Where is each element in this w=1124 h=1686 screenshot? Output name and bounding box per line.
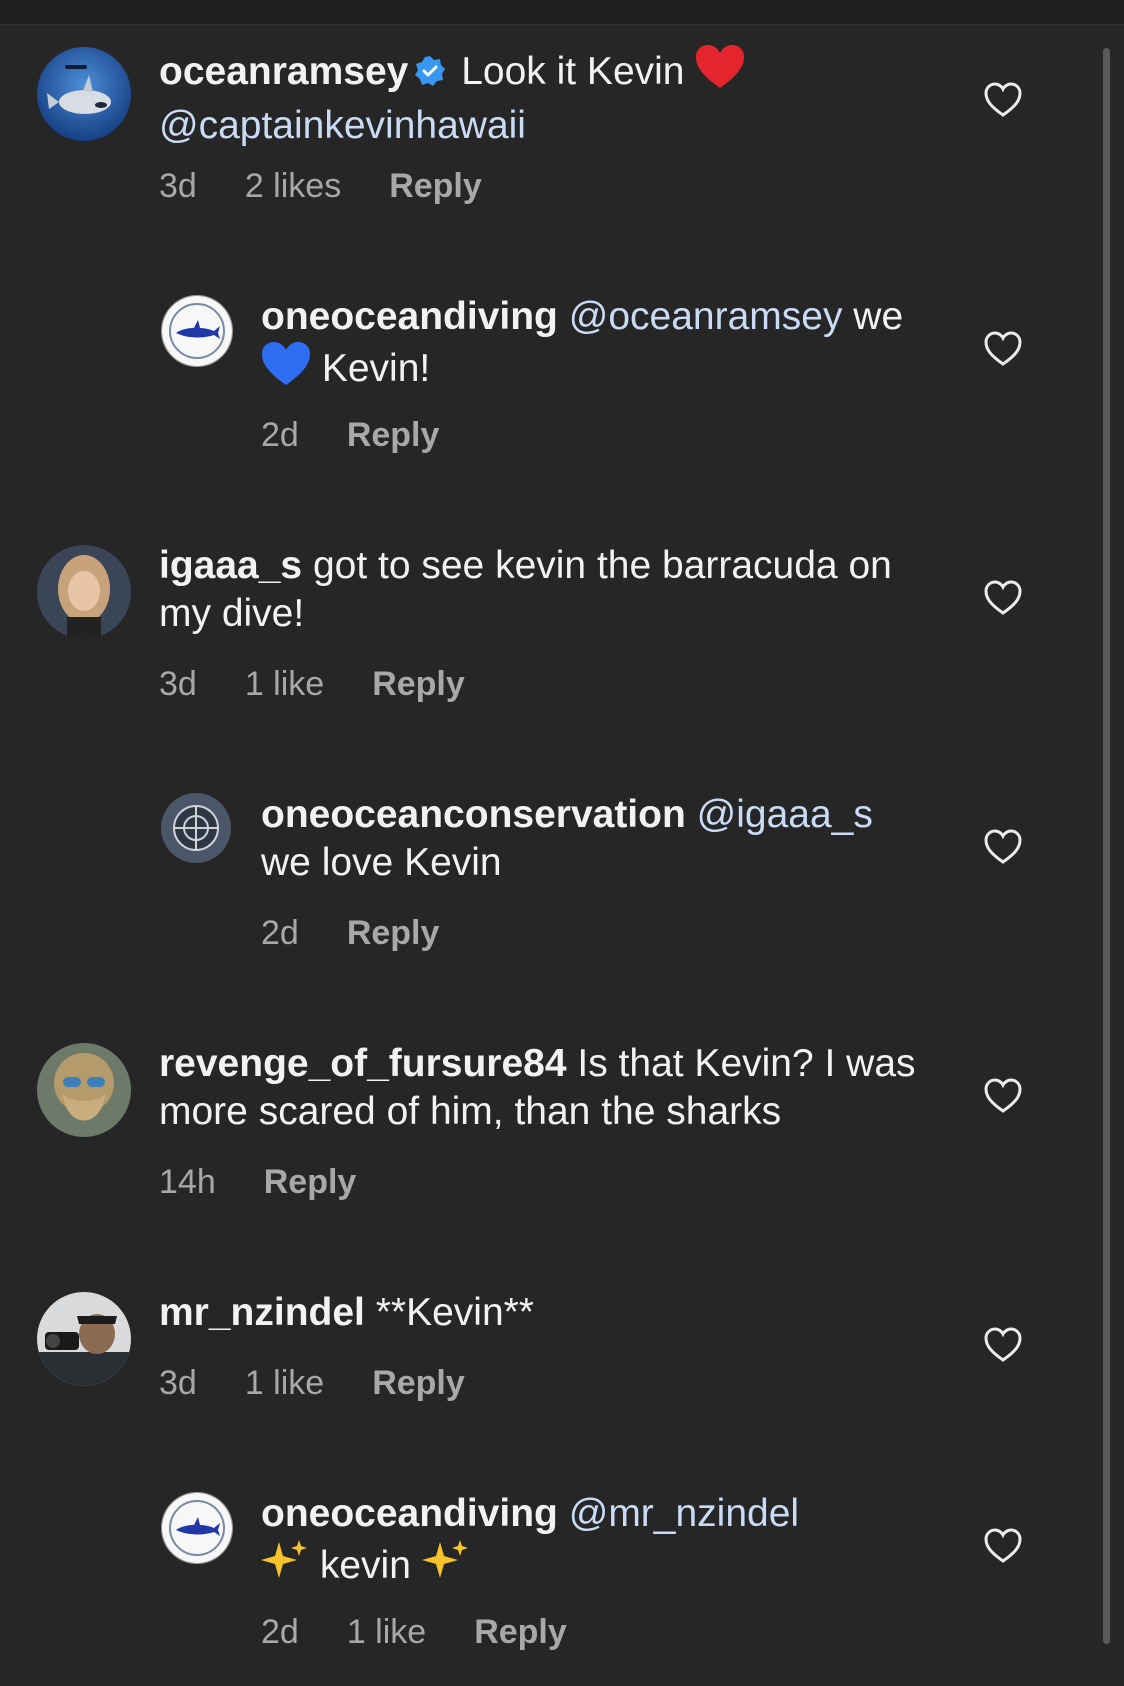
comment-text: oneoceanconservation @igaaa_s we love Ke… bbox=[261, 791, 981, 887]
reply-item: oneoceandiving @oceanramsey we Kevin! 2d… bbox=[0, 289, 1100, 489]
comment-meta: 14h Reply bbox=[159, 1162, 404, 1202]
timestamp: 14h bbox=[159, 1163, 216, 1201]
sparkles-icon bbox=[421, 1538, 470, 1596]
mention-link[interactable]: @mr_nzindel bbox=[569, 1492, 799, 1535]
comment-text: oceanramsey Look it Kevin @captainkevinh… bbox=[159, 44, 959, 150]
username[interactable]: oceanramsey bbox=[159, 50, 408, 93]
conservation-shark-logo-avatar[interactable] bbox=[161, 295, 233, 367]
username[interactable]: revenge_of_fursure84 bbox=[159, 1042, 567, 1085]
likes-count[interactable]: 1 like bbox=[245, 1364, 324, 1402]
likes-count[interactable]: 1 like bbox=[347, 1613, 426, 1651]
woman-portrait-avatar[interactable] bbox=[37, 545, 131, 639]
red-heart-icon bbox=[695, 44, 745, 102]
comment-text: igaaa_s got to see kevin the barracuda o… bbox=[159, 542, 949, 638]
comment-body: we bbox=[853, 295, 904, 338]
comment-body: Look it Kevin bbox=[461, 50, 685, 93]
comment-item: oceanramsey Look it Kevin @captainkevinh… bbox=[0, 40, 1100, 240]
likes-count[interactable]: 1 like bbox=[245, 665, 324, 703]
like-heart-icon[interactable] bbox=[984, 580, 1022, 616]
username[interactable]: oneoceanconservation bbox=[261, 793, 686, 836]
comment-meta: 2d Reply bbox=[261, 415, 487, 455]
username[interactable]: oneoceandiving bbox=[261, 295, 558, 338]
timestamp: 2d bbox=[261, 416, 299, 454]
reply-button[interactable]: Reply bbox=[372, 665, 465, 703]
comment-text: oneoceandiving @oceanramsey we Kevin! bbox=[261, 293, 981, 399]
timestamp: 3d bbox=[159, 167, 197, 205]
comment-item: mr_nzindel **Kevin** 3d 1 like Reply bbox=[0, 1285, 1100, 1485]
like-heart-icon[interactable] bbox=[984, 82, 1022, 118]
comment-text: oneoceandiving @mr_nzindel kevin bbox=[261, 1490, 981, 1596]
verified-badge-icon bbox=[414, 51, 446, 99]
comment-meta: 2d Reply bbox=[261, 913, 487, 953]
shark-diver-avatar[interactable] bbox=[37, 47, 131, 141]
comment-body: kevin bbox=[319, 1544, 411, 1587]
like-heart-icon[interactable] bbox=[984, 1078, 1022, 1114]
like-heart-icon[interactable] bbox=[984, 829, 1022, 865]
comment-body: **Kevin** bbox=[375, 1291, 534, 1334]
like-heart-icon[interactable] bbox=[984, 1528, 1022, 1564]
conservation-shark-logo-avatar[interactable] bbox=[161, 1492, 233, 1564]
mention-link[interactable]: @captainkevinhawaii bbox=[159, 104, 526, 147]
comment-meta: 2d 1 like Reply bbox=[261, 1612, 615, 1652]
username[interactable]: mr_nzindel bbox=[159, 1291, 365, 1334]
comment-meta: 3d 1 like Reply bbox=[159, 664, 513, 704]
sparkles-icon bbox=[261, 1538, 309, 1596]
like-heart-icon[interactable] bbox=[984, 331, 1022, 367]
comment-body-cont: Kevin! bbox=[321, 347, 431, 390]
comment-body: we love Kevin bbox=[261, 841, 502, 884]
reply-button[interactable]: Reply bbox=[347, 416, 440, 454]
reply-button[interactable]: Reply bbox=[474, 1613, 567, 1651]
comment-text: mr_nzindel **Kevin** bbox=[159, 1289, 959, 1337]
timestamp: 3d bbox=[159, 665, 197, 703]
username[interactable]: oneoceandiving bbox=[261, 1492, 558, 1535]
comment-item: igaaa_s got to see kevin the barracuda o… bbox=[0, 538, 1100, 738]
timestamp: 2d bbox=[261, 1613, 299, 1651]
bearded-man-avatar[interactable] bbox=[37, 1043, 131, 1137]
mention-link[interactable]: @igaaa_s bbox=[697, 793, 873, 836]
reply-button[interactable]: Reply bbox=[389, 167, 482, 205]
conservation-compass-logo-avatar[interactable] bbox=[161, 793, 231, 863]
timestamp: 3d bbox=[159, 1364, 197, 1402]
comment-item: revenge_of_fursure84 Is that Kevin? I wa… bbox=[0, 1036, 1100, 1236]
comment-text: revenge_of_fursure84 Is that Kevin? I wa… bbox=[159, 1040, 959, 1136]
scrollbar[interactable] bbox=[1103, 48, 1110, 1644]
reply-item: oneoceanconservation @igaaa_s we love Ke… bbox=[0, 787, 1100, 987]
username[interactable]: igaaa_s bbox=[159, 544, 302, 587]
reply-button[interactable]: Reply bbox=[347, 914, 440, 952]
blue-heart-icon bbox=[261, 341, 311, 399]
comment-meta: 3d 2 likes Reply bbox=[159, 166, 530, 206]
top-edge bbox=[0, 0, 1124, 25]
reply-button[interactable]: Reply bbox=[264, 1163, 357, 1201]
reply-button[interactable]: Reply bbox=[372, 1364, 465, 1402]
timestamp: 2d bbox=[261, 914, 299, 952]
mention-link[interactable]: @oceanramsey bbox=[569, 295, 843, 338]
reply-item: oneoceandiving @mr_nzindel kevin 2d 1 lik… bbox=[0, 1486, 1100, 1686]
photographer-avatar[interactable] bbox=[37, 1292, 131, 1386]
likes-count[interactable]: 2 likes bbox=[245, 167, 341, 205]
like-heart-icon[interactable] bbox=[984, 1327, 1022, 1363]
comment-meta: 3d 1 like Reply bbox=[159, 1363, 513, 1403]
